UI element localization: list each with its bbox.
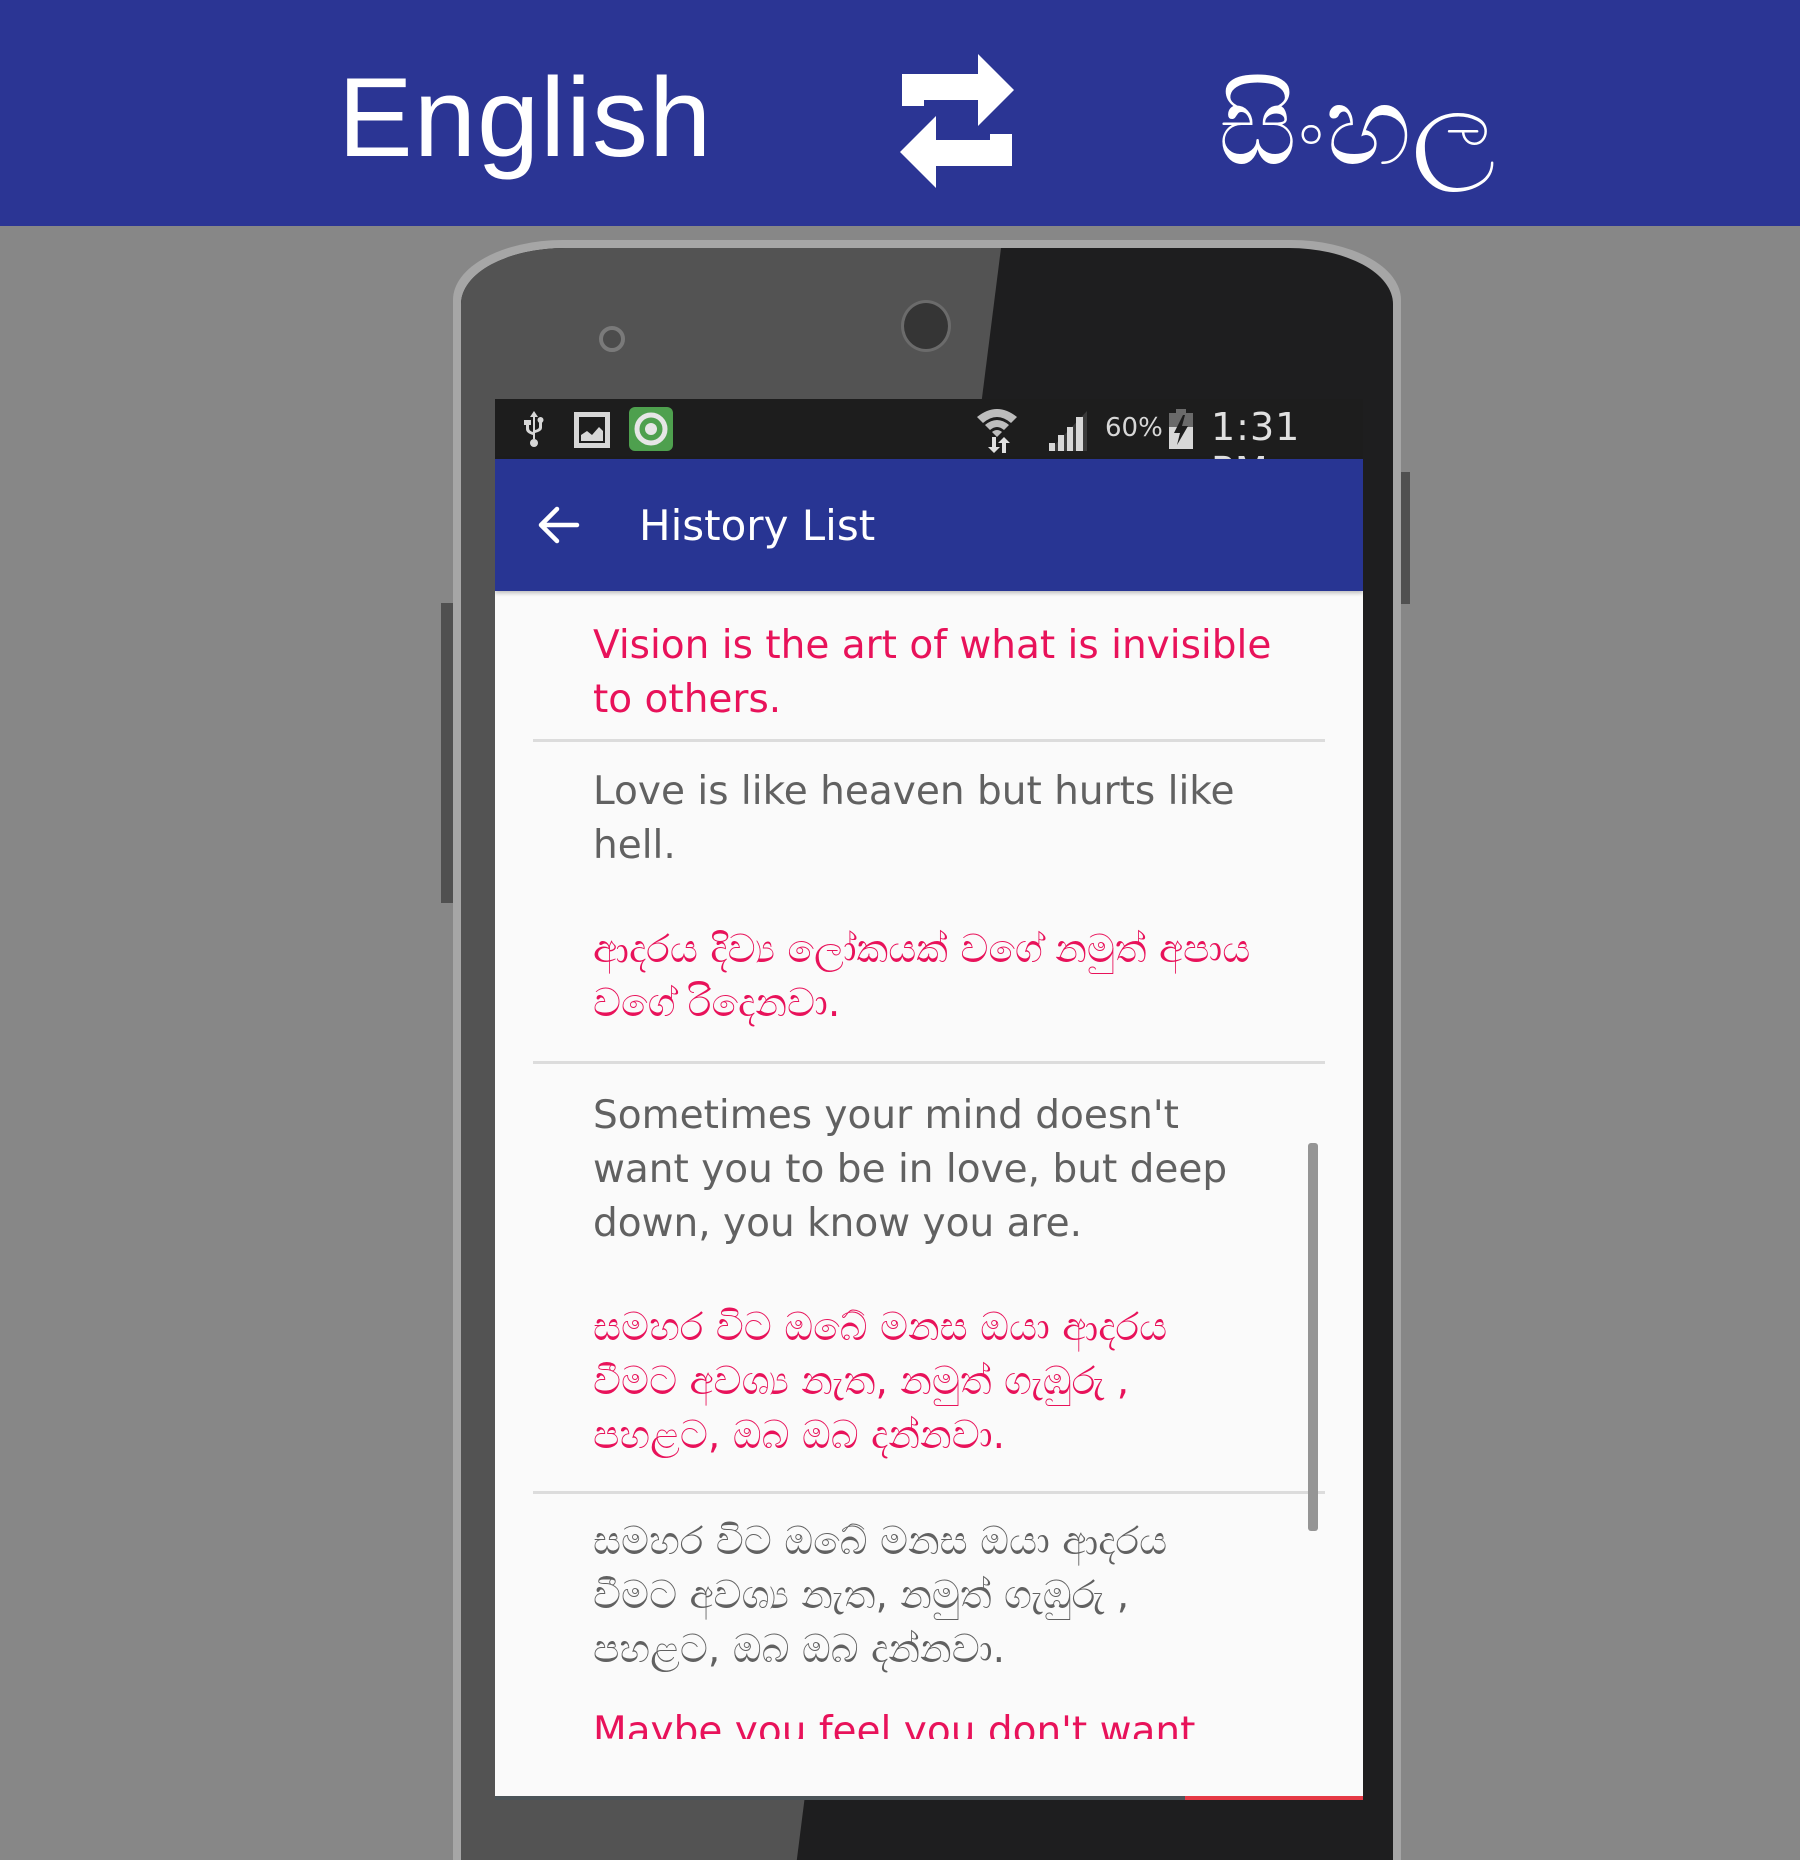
history-item-translation: Maybe you feel you don't want... <box>593 1709 1233 1739</box>
language-banner: English සිංහල <box>0 0 1800 226</box>
history-item[interactable]: Sometimes your mind doesn't want you to … <box>495 1065 1363 1493</box>
battery-percentage: 60% <box>1105 413 1163 443</box>
usb-icon <box>524 411 544 447</box>
signal-icon <box>1049 411 1087 451</box>
history-item-translation: ආදරය දිව්‍ය ලෝකයක් වගේ නමුත් අපාය වගේ රි… <box>593 927 1251 1026</box>
swap-languages-button[interactable] <box>888 46 1026 194</box>
phone-screen: 60% 1:31 PM History List Vision is the a… <box>495 399 1363 1800</box>
source-language-label[interactable]: English <box>338 62 712 174</box>
history-item[interactable]: සමහර විට ඔබේ මනස ඔයා ආදරය වීමට අවශ්‍ය නැ… <box>495 1495 1363 1800</box>
app-bar: History List <box>495 459 1363 591</box>
list-divider <box>533 1061 1325 1064</box>
list-divider <box>533 1491 1325 1494</box>
phone-volume-button <box>441 603 453 903</box>
history-item-translation: Vision is the art of what is invisible t… <box>593 623 1272 722</box>
gallery-icon <box>574 412 610 448</box>
history-item-source: සමහර විට ඔබේ මනස ඔයා ආදරය වීමට අවශ්‍ය නැ… <box>593 1519 1168 1672</box>
status-bar: 60% 1:31 PM <box>495 399 1363 493</box>
history-item-source: Sometimes your mind doesn't want you to … <box>593 1093 1228 1246</box>
history-item[interactable]: Vision is the art of what is invisible t… <box>495 591 1363 741</box>
app-notification-icon <box>629 407 673 451</box>
swap-arrows-icon <box>900 54 1014 188</box>
back-button[interactable] <box>531 497 587 553</box>
history-item-translation: සමහර විට ඔබේ මනස ඔයා ආදරය වීමට අවශ්‍ය නැ… <box>593 1305 1168 1458</box>
navigation-bar-accent <box>1185 1796 1363 1800</box>
battery-charging-icon <box>1169 409 1193 449</box>
scrollbar[interactable] <box>1308 1143 1318 1531</box>
target-language-label[interactable]: සිංහල <box>1218 66 1496 187</box>
history-list: Vision is the art of what is invisible t… <box>495 591 1363 1800</box>
history-item[interactable]: Love is like heaven but hurts like hell.… <box>495 743 1363 1063</box>
proximity-sensor <box>599 326 625 352</box>
history-item-source: Love is like heaven but hurts like hell. <box>593 769 1235 868</box>
page-title: History List <box>639 501 876 550</box>
front-camera <box>901 300 951 352</box>
list-divider <box>533 739 1325 742</box>
arrow-back-icon <box>538 506 580 544</box>
phone-power-button <box>1401 472 1410 604</box>
wifi-icon <box>977 409 1017 453</box>
